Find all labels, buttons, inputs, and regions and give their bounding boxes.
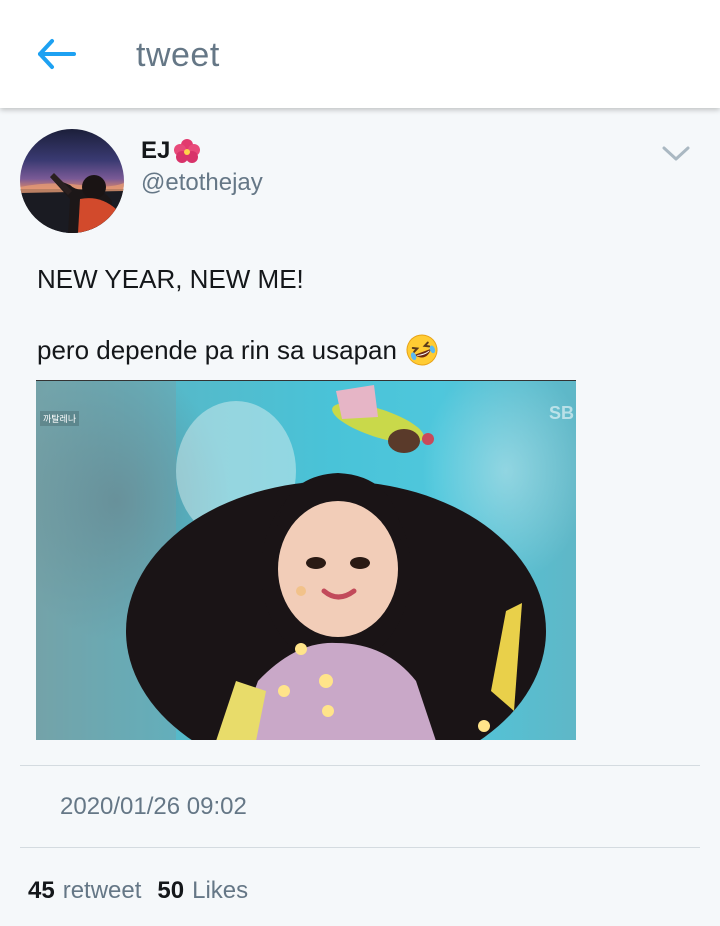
likes-count[interactable]: 50 Likes (157, 877, 248, 905)
hibiscus-icon (174, 139, 201, 163)
page-title: tweet (136, 36, 220, 74)
tweet-text-line-2: pero depende pa rin sa usapan (37, 333, 439, 367)
divider (20, 847, 700, 848)
avatar[interactable] (20, 129, 124, 233)
arrow-left-icon (38, 39, 76, 69)
media-caption-overlay: 까탈레나 (40, 411, 80, 426)
tweet-text-line-2-text: pero depende pa rin sa usapan (37, 334, 397, 365)
retweet-label: retweet (62, 877, 142, 904)
likes-number: 50 (157, 877, 185, 904)
top-bar: tweet (0, 0, 720, 108)
divider (20, 765, 700, 766)
chevron-down-icon (662, 146, 690, 161)
author-handle[interactable]: @etothejay (141, 169, 263, 197)
author-name[interactable]: EJ (141, 137, 202, 165)
display-name-text: EJ (141, 137, 171, 164)
tweet-menu-button[interactable] (660, 142, 692, 164)
tweet-stats: 45 retweet 50 Likes (28, 877, 248, 905)
back-button[interactable] (30, 32, 82, 76)
avatar-photo (20, 173, 124, 233)
tweet-media-image[interactable]: 까탈레나 SB (36, 380, 576, 740)
rolling-on-floor-laughing-icon (406, 334, 438, 366)
retweet-number: 45 (28, 877, 55, 904)
media-photo (36, 381, 546, 740)
broadcaster-logo: SB (548, 403, 574, 423)
tweet-timestamp: 2020/01/26 09:02 (60, 793, 247, 820)
retweet-count[interactable]: 45 retweet (28, 877, 141, 905)
tweet-text-line-1: NEW YEAR, NEW ME! (37, 264, 304, 294)
likes-label: Likes (192, 877, 249, 904)
